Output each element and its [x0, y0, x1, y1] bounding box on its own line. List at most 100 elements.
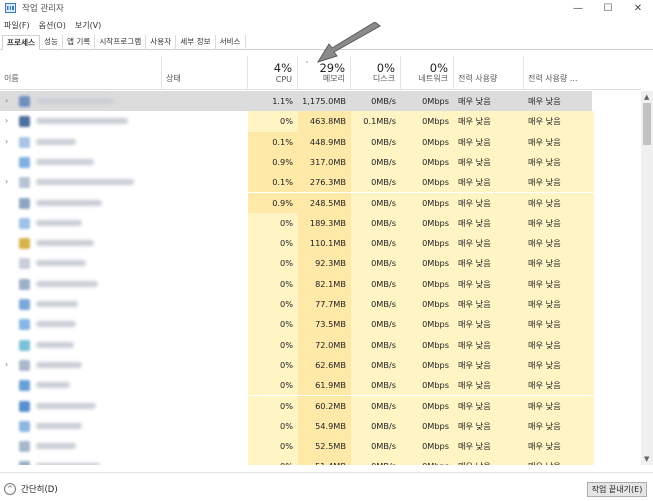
power-trend-cell: 매우 낮음: [524, 415, 594, 437]
process-name-redacted: [36, 219, 82, 226]
menu-bar: 파일(F) 옵션(O) 보기(V): [0, 18, 110, 32]
power-cell: 매우 낮음: [454, 415, 524, 437]
process-row[interactable]: 0% 82.1MB 0MB/s 0Mbps 매우 낮음 매우 낮음: [0, 273, 641, 294]
vertical-scrollbar[interactable]: ▲ ▼: [641, 91, 653, 465]
scrollbar-thumb[interactable]: [643, 103, 651, 145]
task-manager-app-icon: [5, 3, 16, 13]
process-row[interactable]: › 1.1% 1,175.0MB 0MB/s 0Mbps 매우 낮음 매우 낮음: [0, 91, 641, 112]
disk-cell: 0MB/s: [351, 334, 401, 355]
process-row[interactable]: › 0.1% 276.3MB 0MB/s 0Mbps 매우 낮음 매우 낮음: [0, 172, 641, 193]
process-row[interactable]: 0% 52.5MB 0MB/s 0Mbps 매우 낮음 매우 낮음: [0, 436, 641, 457]
process-icon: [19, 380, 30, 392]
header-network[interactable]: 0% 네트워크: [401, 56, 454, 90]
process-icon: [19, 258, 30, 270]
tab-services[interactable]: 서비스: [216, 35, 246, 50]
disk-cell: 0MB/s: [351, 375, 401, 396]
menu-view[interactable]: 보기(V): [75, 20, 101, 31]
process-row[interactable]: 0% 77.7MB 0MB/s 0Mbps 매우 낮음 매우 낮음: [0, 294, 641, 315]
process-row[interactable]: › 0% 463.8MB 0.1MB/s 0Mbps 매우 낮음 매우 낮음: [0, 111, 641, 132]
expand-chevron-icon[interactable]: ›: [5, 137, 8, 146]
disk-cell: 0MB/s: [351, 131, 401, 152]
memory-cell: 77.7MB: [298, 294, 351, 315]
header-power-trend[interactable]: 전력 사용량 ...: [524, 56, 594, 90]
process-row[interactable]: 0% 189.3MB 0MB/s 0Mbps 매우 낮음 매우 낮음: [0, 212, 641, 234]
process-name-redacted: [36, 118, 128, 125]
scroll-up-icon[interactable]: ▲: [644, 93, 649, 101]
process-icon: [19, 420, 30, 432]
scroll-down-icon[interactable]: ▼: [644, 455, 649, 463]
menu-file[interactable]: 파일(F): [4, 20, 30, 31]
expand-chevron-icon[interactable]: ›: [5, 360, 8, 369]
maximize-button[interactable]: ☐: [593, 0, 623, 16]
process-row[interactable]: 0% 110.1MB 0MB/s 0Mbps 매우 낮음 매우 낮음: [0, 233, 641, 254]
header-power-trend-label: 전력 사용량 ...: [528, 74, 578, 83]
power-trend-cell: 매우 낮음: [524, 151, 594, 173]
power-cell: 매우 낮음: [454, 354, 524, 376]
power-cell: 매우 낮음: [454, 375, 524, 396]
process-row[interactable]: 0% 92.3MB 0MB/s 0Mbps 매우 낮음 매우 낮음: [0, 253, 641, 274]
disk-cell: 0MB/s: [351, 172, 401, 193]
process-row[interactable]: 0% 73.5MB 0MB/s 0Mbps 매우 낮음 매우 낮음: [0, 314, 641, 335]
process-row[interactable]: 0.9% 248.5MB 0MB/s 0Mbps 매우 낮음 매우 낮음: [0, 192, 641, 213]
memory-cell: 189.3MB: [298, 212, 351, 234]
cpu-cell: 0%: [248, 212, 298, 234]
header-name[interactable]: 이름: [0, 56, 162, 90]
tab-startup[interactable]: 시작프로그램: [95, 35, 147, 50]
expand-chevron-icon[interactable]: ›: [5, 116, 8, 125]
cpu-cell: 0%: [248, 375, 298, 396]
memory-cell: 72.0MB: [298, 334, 351, 355]
process-row[interactable]: › 0.1% 448.9MB 0MB/s 0Mbps 매우 낮음 매우 낮음: [0, 131, 641, 152]
process-row[interactable]: 0.9% 317.0MB 0MB/s 0Mbps 매우 낮음 매우 낮음: [0, 151, 641, 173]
end-task-button[interactable]: 작업 끝내기(E): [587, 482, 647, 497]
power-trend-cell: 매우 낮음: [524, 192, 594, 213]
disk-cell: 0MB/s: [351, 233, 401, 254]
process-name-redacted: [36, 138, 76, 145]
network-cell: 0Mbps: [401, 273, 454, 294]
process-row[interactable]: 0% 72.0MB 0MB/s 0Mbps 매우 낮음 매우 낮음: [0, 334, 641, 355]
process-row[interactable]: 0% 54.9MB 0MB/s 0Mbps 매우 낮음 매우 낮음: [0, 415, 641, 437]
network-cell: 0Mbps: [401, 111, 454, 132]
expand-chevron-icon[interactable]: ›: [5, 177, 8, 186]
tab-details[interactable]: 세부 정보: [176, 35, 216, 50]
minimize-button[interactable]: —: [563, 0, 593, 16]
power-cell: 매우 낮음: [454, 436, 524, 457]
power-cell: 매우 낮음: [454, 172, 524, 193]
process-row[interactable]: 0%51.4MB0MB/s0Mbps매우 낮음매우 낮음: [0, 456, 641, 465]
process-icon: [19, 96, 30, 107]
menu-options[interactable]: 옵션(O): [39, 20, 66, 31]
tab-performance[interactable]: 성능: [40, 35, 63, 50]
power-trend-cell: 매우 낮음: [524, 314, 594, 335]
power-trend-cell: 매우 낮음: [524, 273, 594, 294]
close-button[interactable]: ✕: [623, 0, 653, 16]
process-row[interactable]: 0% 60.2MB 0MB/s 0Mbps 매우 낮음 매우 낮음: [0, 395, 641, 416]
process-icon: [19, 116, 30, 128]
disk-cell: 0.1MB/s: [351, 111, 401, 132]
cpu-cell: 0.9%: [248, 151, 298, 173]
power-cell: 매우 낮음: [454, 131, 524, 152]
process-name-redacted: [36, 361, 82, 368]
power-cell: 매우 낮음: [454, 253, 524, 274]
process-icon: [19, 319, 30, 331]
expand-chevron-icon[interactable]: ›: [5, 96, 8, 105]
fewer-details-button[interactable]: ^ 간단히(D): [4, 483, 58, 495]
maximize-icon: ☐: [603, 2, 613, 14]
header-cpu[interactable]: 4% CPU: [248, 56, 298, 90]
process-icon: [19, 177, 30, 189]
power-trend-cell: 매우 낮음: [524, 456, 594, 465]
process-row[interactable]: › 0% 62.6MB 0MB/s 0Mbps 매우 낮음 매우 낮음: [0, 354, 641, 376]
tab-processes[interactable]: 프로세스: [2, 35, 40, 50]
tab-users[interactable]: 사용자: [146, 35, 177, 50]
network-cell: 0Mbps: [401, 354, 454, 376]
network-cell: 0Mbps: [401, 253, 454, 274]
memory-cell: 62.6MB: [298, 354, 351, 376]
header-status[interactable]: 상태: [162, 56, 248, 90]
tab-app-history[interactable]: 앱 기록: [63, 35, 96, 50]
cpu-total-percent: 4%: [273, 61, 292, 75]
power-trend-cell: 매우 낮음: [524, 212, 594, 234]
process-name-redacted: [36, 240, 94, 247]
network-cell: 0Mbps: [401, 233, 454, 254]
memory-cell: 92.3MB: [298, 253, 351, 274]
process-row[interactable]: 0% 61.9MB 0MB/s 0Mbps 매우 낮음 매우 낮음: [0, 375, 641, 396]
header-power[interactable]: 전력 사용량: [454, 56, 524, 90]
cpu-cell: 0%: [248, 436, 298, 457]
